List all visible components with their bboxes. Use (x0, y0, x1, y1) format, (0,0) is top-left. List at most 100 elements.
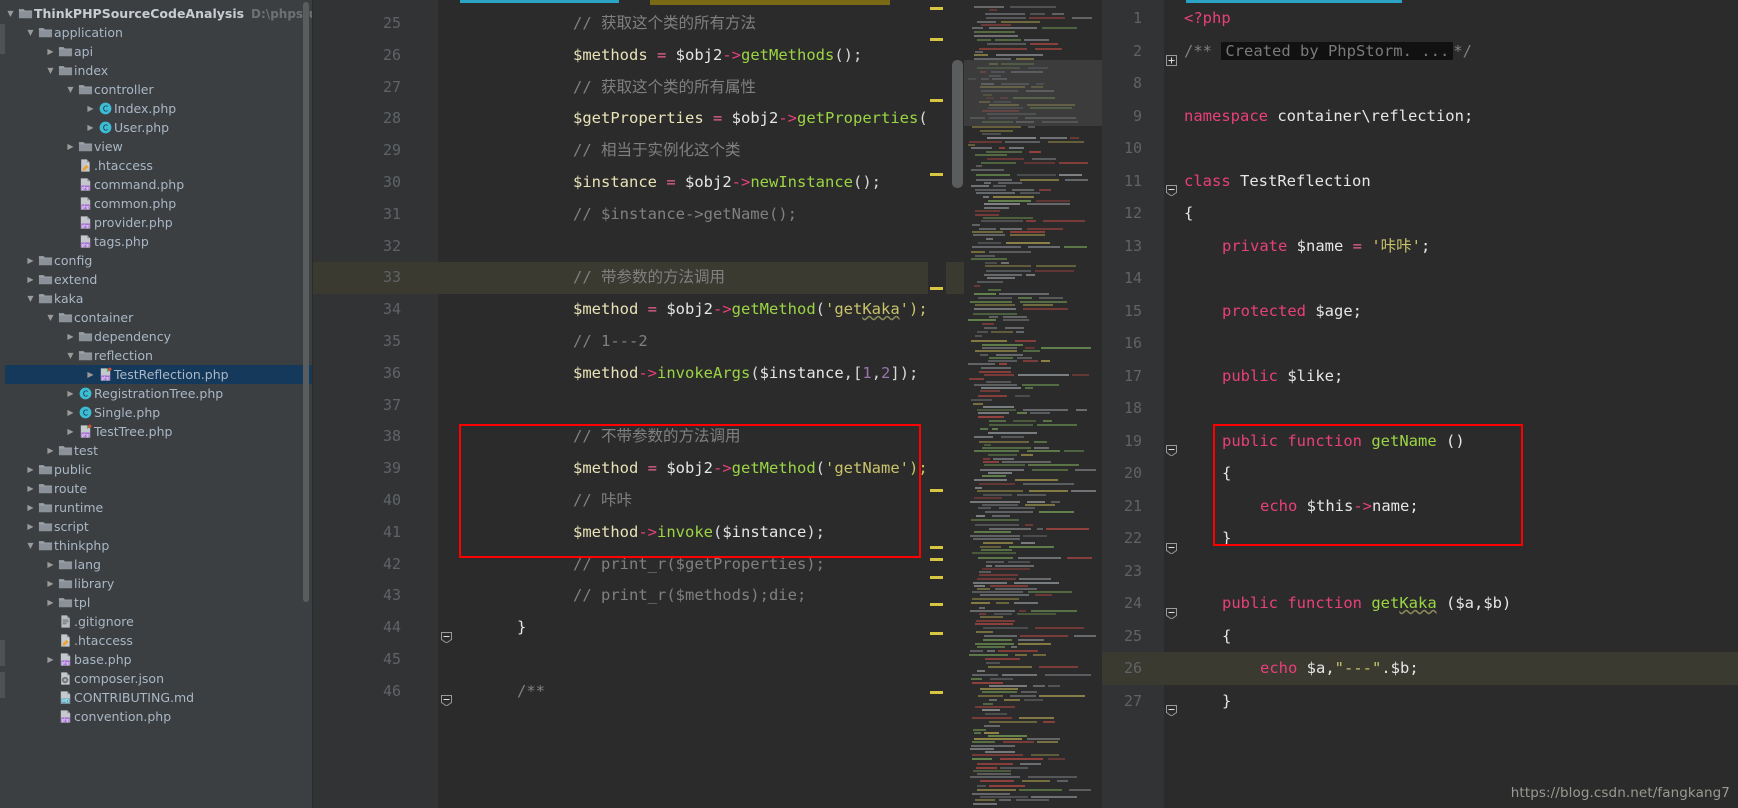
code-line[interactable]: 25 // 获取这个类的所有方法 (313, 8, 964, 40)
code-line[interactable]: 26 echo $a,"---".$b; (1102, 652, 1738, 685)
code-minimap[interactable] (964, 0, 1102, 808)
chevron-right-icon[interactable]: ▶ (44, 655, 57, 664)
chevron-right-icon[interactable]: ▶ (64, 142, 77, 151)
tree-item-user-php[interactable]: ▶ C User.php (0, 118, 312, 137)
tree-item-composer-json[interactable]: composer.json (0, 669, 312, 688)
chevron-down-icon[interactable]: ▼ (24, 28, 37, 37)
tree-item-dependency[interactable]: ▶ dependency (0, 327, 312, 346)
code-line[interactable]: 37 (313, 390, 964, 422)
code-line[interactable]: 42 // print_r($getProperties); (313, 549, 964, 581)
code-line[interactable]: 16 (1102, 327, 1738, 360)
chevron-down-icon[interactable]: ▼ (64, 351, 77, 360)
chevron-down-icon[interactable]: ▼ (44, 66, 57, 75)
code-line[interactable]: 26 $methods = $obj2->getMethods(); (313, 40, 964, 72)
code-line[interactable]: 10 (1102, 132, 1738, 165)
tree-item-thinkphp[interactable]: ▼ thinkphp (0, 536, 312, 555)
chevron-right-icon[interactable]: ▶ (24, 522, 37, 531)
tree-item-index-php[interactable]: ▶ C Index.php (0, 99, 312, 118)
code-line[interactable]: 13 private $name = '咔咔'; (1102, 230, 1738, 263)
code-line[interactable]: 44} (313, 612, 964, 644)
tree-item-index[interactable]: ▼ index (0, 61, 312, 80)
tree-item-kaka[interactable]: ▼ kaka (0, 289, 312, 308)
code-line[interactable]: 39 $method = $obj2->getMethod('getName'); (313, 453, 964, 485)
chevron-right-icon[interactable]: ▶ (84, 104, 97, 113)
code-line[interactable]: 41 $method->invoke($instance); (313, 517, 964, 549)
code-line[interactable]: 14 (1102, 262, 1738, 295)
code-line[interactable]: 27} (1102, 685, 1738, 718)
left-marker-bar[interactable] (928, 0, 946, 808)
fold-collapse-icon[interactable] (1166, 695, 1177, 728)
tree-item-command-php[interactable]: php command.php (0, 175, 312, 194)
tree-item-container[interactable]: ▼ container (0, 308, 312, 327)
chevron-right-icon[interactable]: ▶ (24, 275, 37, 284)
code-line[interactable]: 30 $instance = $obj2->newInstance(); (313, 167, 964, 199)
code-line[interactable]: 29 // 相当于实例化这个类 (313, 135, 964, 167)
code-line[interactable]: 24 public function getKaka ($a,$b) (1102, 587, 1738, 620)
code-line[interactable]: 17 public $like; (1102, 360, 1738, 393)
tree-item-testtree-php[interactable]: ▶ php TestTree.php (0, 422, 312, 441)
tree-item-thinkphpsourcecodeanalysis[interactable]: ▼ThinkPHPSourceCodeAnalysisD:\phpstudy_p… (0, 4, 312, 23)
code-line[interactable]: 36 $method->invokeArgs($instance,[1,2]); (313, 358, 964, 390)
left-vertical-scrollbar[interactable] (952, 60, 963, 188)
code-line[interactable]: 21 echo $this->name; (1102, 490, 1738, 523)
tree-item-tags-php[interactable]: php tags.php (0, 232, 312, 251)
code-line[interactable]: 32 (313, 231, 964, 263)
right-editor-pane[interactable]: 1 <?php 2 /** Created by PhpStorm. ... */ 8 9 n… (1102, 0, 1738, 808)
tree-item-library[interactable]: ▶ library (0, 574, 312, 593)
chevron-right-icon[interactable]: ▶ (64, 408, 77, 417)
tree-item-base-php[interactable]: ▶ php base.php (0, 650, 312, 669)
project-tree-list[interactable]: ▼ThinkPHPSourceCodeAnalysisD:\phpstudy_p… (0, 0, 312, 726)
chevron-right-icon[interactable]: ▶ (64, 389, 77, 398)
chevron-right-icon[interactable]: ▶ (44, 47, 57, 56)
code-line[interactable]: 27 // 获取这个类的所有属性 (313, 72, 964, 104)
code-line[interactable]: 28 $getProperties = $obj2->getProperties(… (313, 103, 964, 135)
code-line[interactable]: 19 public function getName () (1102, 425, 1738, 458)
chevron-down-icon[interactable]: ▼ (4, 9, 17, 18)
code-line[interactable]: 22} (1102, 522, 1738, 555)
chevron-down-icon[interactable]: ▼ (24, 294, 37, 303)
code-line[interactable]: 46 /** (313, 676, 964, 708)
tree-item-testreflection-php[interactable]: ▶ php TestReflection.php (0, 365, 312, 384)
code-line[interactable]: 23 (1102, 555, 1738, 588)
tree-item-api[interactable]: ▶ api (0, 42, 312, 61)
tree-item-single-php[interactable]: ▶ C Single.php (0, 403, 312, 422)
tree-item-view[interactable]: ▶ view (0, 137, 312, 156)
chevron-down-icon[interactable]: ▼ (24, 541, 37, 550)
code-line[interactable]: 18 (1102, 392, 1738, 425)
tree-item-controller[interactable]: ▼ controller (0, 80, 312, 99)
chevron-right-icon[interactable]: ▶ (84, 370, 97, 379)
chevron-right-icon[interactable]: ▶ (24, 465, 37, 474)
code-line[interactable]: 9 namespace container\reflection; (1102, 100, 1738, 133)
code-line[interactable]: 34 $method = $obj2->getMethod('getKaka'); (313, 294, 964, 326)
tree-item-public[interactable]: ▶ public (0, 460, 312, 479)
chevron-down-icon[interactable]: ▼ (44, 313, 57, 322)
code-line[interactable]: 43 // print_r($methods);die; (313, 580, 964, 612)
tree-item-tpl[interactable]: ▶ tpl (0, 593, 312, 612)
tree-item-reflection[interactable]: ▼ reflection (0, 346, 312, 365)
chevron-right-icon[interactable]: ▶ (24, 484, 37, 493)
chevron-right-icon[interactable]: ▶ (44, 579, 57, 588)
tree-item-htaccess[interactable]: .htaccess (0, 156, 312, 175)
tree-item-script[interactable]: ▶ script (0, 517, 312, 536)
tree-item-lang[interactable]: ▶ lang (0, 555, 312, 574)
code-line[interactable]: 38 // 不带参数的方法调用 (313, 421, 964, 453)
tree-item-config[interactable]: ▶ config (0, 251, 312, 270)
code-line[interactable]: 15 protected $age; (1102, 295, 1738, 328)
tree-item-registrationtree-php[interactable]: ▶ C RegistrationTree.php (0, 384, 312, 403)
code-line[interactable]: 2 /** Created by PhpStorm. ... */ (1102, 35, 1738, 68)
tree-item-gitignore[interactable]: .gitignore (0, 612, 312, 631)
chevron-right-icon[interactable]: ▶ (44, 446, 57, 455)
tree-item-contributing-md[interactable]: MD CONTRIBUTING.md (0, 688, 312, 707)
code-line[interactable]: 35 // 1---2 (313, 326, 964, 358)
chevron-right-icon[interactable]: ▶ (24, 503, 37, 512)
code-line[interactable]: 33 // 带参数的方法调用 (313, 262, 964, 295)
left-editor-pane[interactable]: 25// 获取这个类的所有方法 26 $methods = $obj2->getMe… (313, 0, 964, 808)
code-line[interactable]: 20 { (1102, 457, 1738, 490)
chevron-right-icon[interactable]: ▶ (64, 427, 77, 436)
tree-item-convention-php[interactable]: php convention.php (0, 707, 312, 726)
tree-scrollbar[interactable] (303, 2, 309, 602)
code-line[interactable]: 11 class TestReflection (1102, 165, 1738, 198)
code-line[interactable]: 12 { (1102, 197, 1738, 230)
code-line[interactable]: 1 <?php (1102, 2, 1738, 35)
tree-item-htaccess[interactable]: .htaccess (0, 631, 312, 650)
